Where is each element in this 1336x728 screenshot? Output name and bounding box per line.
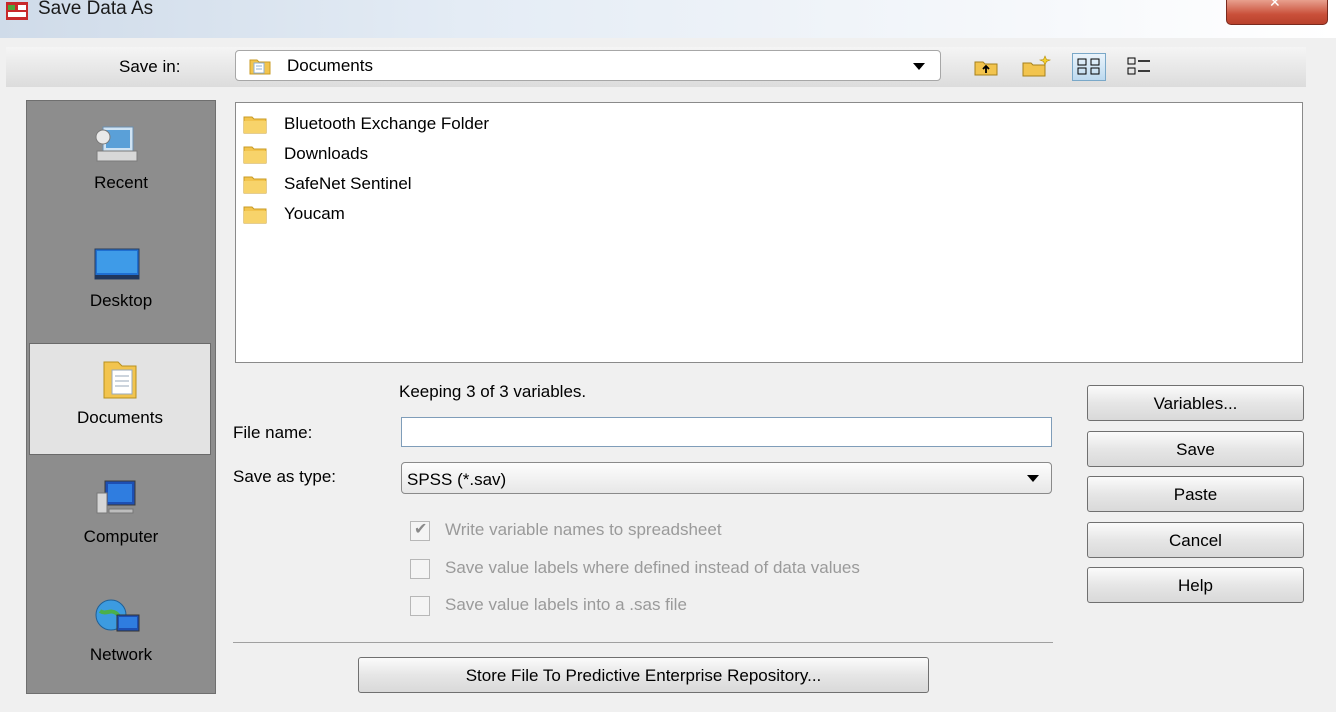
places-bar: Recent Desktop Documents Computer Networ… [26,100,216,694]
cancel-button[interactable]: Cancel [1087,522,1304,558]
place-label: Recent [94,173,148,192]
place-recent[interactable]: Recent [27,109,215,221]
option-label: Write variable names to spreadsheet [445,520,722,539]
close-icon: ✕ [1269,0,1281,10]
new-folder-button[interactable] [1020,53,1052,81]
save-value-labels-checkbox[interactable] [410,559,430,579]
file-name: Downloads [284,144,369,163]
bottom-strip [0,712,1336,728]
folder-icon [243,116,267,134]
list-view-button[interactable] [1072,53,1106,81]
save-as-type-value: SPSS (*.sav) [407,470,507,489]
documents-icon [103,361,137,399]
folder-icon [243,146,267,164]
write-variable-names-checkbox[interactable]: ✔ [410,521,430,541]
window-title: Save Data As [38,0,154,19]
details-view-button[interactable] [1124,53,1154,81]
up-folder-icon [974,61,998,76]
paste-button[interactable]: Paste [1087,476,1304,512]
recent-icon [95,126,138,162]
save-button[interactable]: Save [1087,431,1304,467]
network-icon [95,599,140,632]
title-bar: Save Data As ✕ [0,0,1336,38]
separator [233,642,1053,643]
save-in-label: Save in: [119,57,181,76]
save-sas-labels-checkbox[interactable] [410,596,430,616]
file-list[interactable]: Bluetooth Exchange Folder Downloads Safe… [235,102,1303,363]
documents-folder-icon [249,59,271,75]
file-name: Bluetooth Exchange Folder [284,114,490,133]
file-name-label: File name: [233,423,313,442]
checkmark-icon: ✔ [414,521,428,538]
spss-app-icon [6,2,28,20]
folder-icon [243,206,267,224]
save-in-value: Documents [287,56,373,75]
help-button[interactable]: Help [1087,567,1304,603]
option-label: Save value labels where defined instead … [445,558,860,577]
close-button[interactable]: ✕ [1226,0,1328,25]
save-as-type-label: Save as type: [233,467,337,486]
place-label: Computer [83,527,159,546]
place-computer[interactable]: Computer [27,463,215,575]
list-view-icon [1077,58,1100,75]
computer-icon [96,480,136,514]
variables-status: Keeping 3 of 3 variables. [399,382,587,401]
details-view-icon [1127,57,1150,75]
chevron-down-icon[interactable] [1027,475,1039,482]
place-network[interactable]: Network [27,581,215,693]
place-desktop[interactable]: Desktop [27,227,215,339]
place-label: Desktop [89,291,153,310]
desktop-icon [94,248,140,280]
up-folder-button[interactable] [971,53,1001,81]
file-name-input[interactable] [401,417,1052,447]
store-file-button[interactable]: Store File To Predictive Enterprise Repo… [358,657,929,693]
chevron-down-icon[interactable] [913,63,925,70]
option-label: Save value labels into a .sas file [445,595,687,614]
place-label: Network [89,645,153,664]
place-label: Documents [77,408,163,427]
save-in-combo[interactable]: Documents [235,50,941,81]
place-documents[interactable]: Documents [29,343,211,455]
folder-icon [243,176,267,194]
new-folder-icon [1022,55,1052,77]
file-name: SafeNet Sentinel [284,174,412,193]
save-as-type-select[interactable]: SPSS (*.sav) [401,462,1052,494]
file-name: Youcam [284,204,345,223]
variables-button[interactable]: Variables... [1087,385,1304,421]
